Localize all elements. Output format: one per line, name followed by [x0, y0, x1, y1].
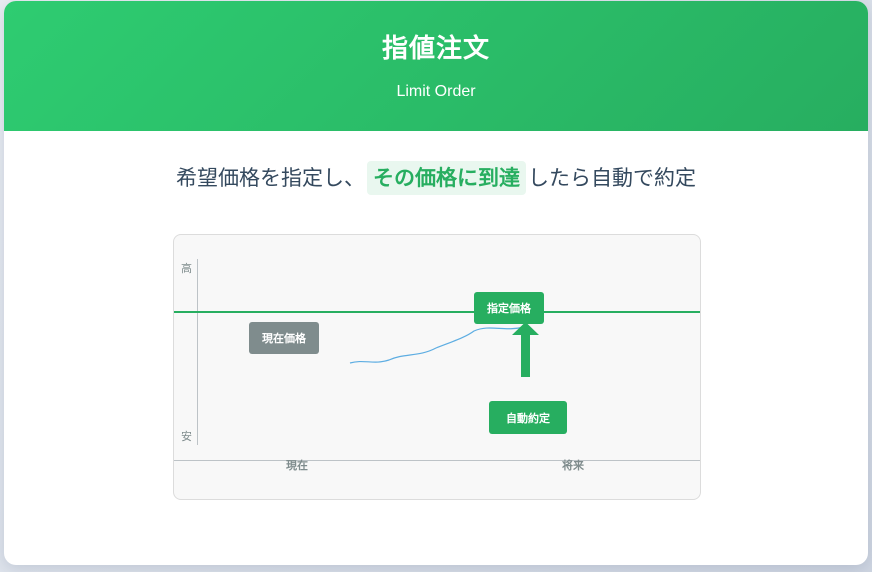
lead-highlight: その価格に到達: [367, 161, 526, 195]
price-trend-line: [349, 326, 525, 364]
page-subtitle: Limit Order: [396, 83, 476, 100]
limit-price-tag: 指定価格: [474, 292, 544, 324]
lead-text-before: 希望価格を指定し、: [176, 166, 365, 190]
lead-description: 希望価格を指定し、 その価格に到達 したら自動で約定: [4, 161, 868, 195]
page-title: 指値注文: [381, 34, 490, 64]
up-arrow-shaft: [521, 335, 530, 377]
limit-order-card: 指値注文 Limit Order 希望価格を指定し、 その価格に到達 したら自動で約…: [4, 1, 868, 565]
limit-order-diagram: 高 安 現在 将来 現在価格 指定価格 自動約定: [173, 234, 701, 500]
price-trend-svg: [349, 322, 539, 377]
header-banner: 指値注文 Limit Order: [4, 1, 868, 131]
lead-text-after: したら自動で約定: [528, 166, 696, 190]
current-price-tag: 現在価格: [249, 322, 319, 354]
auto-execution-tag: 自動約定: [489, 401, 567, 434]
